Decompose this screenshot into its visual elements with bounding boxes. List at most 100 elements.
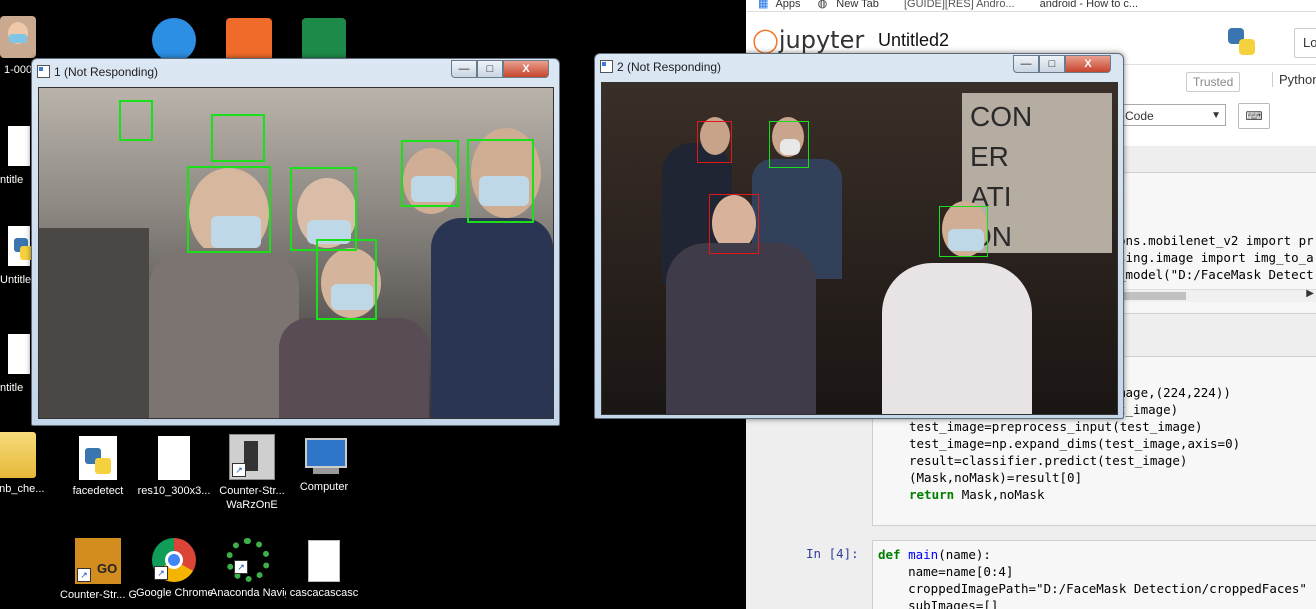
file-icon xyxy=(308,540,340,582)
image-window-1[interactable]: 1 (Not Responding) — □ X xyxy=(31,58,560,426)
desktop-icon-label: res10_300x3... xyxy=(137,485,211,497)
minimize-button[interactable]: — xyxy=(1013,55,1039,73)
desktop-icon-csgo[interactable]: GO ↗ Counter-Str... Global Off... xyxy=(60,538,136,602)
bookmark-apps[interactable]: Apps xyxy=(775,0,800,10)
anaconda-icon: ↗ xyxy=(226,538,270,582)
code-line: test_image=preprocess_input(test_image) xyxy=(909,419,1203,434)
kernel-indicator[interactable]: Python xyxy=(1272,72,1316,87)
desktop-icon-anaconda[interactable]: ↗ Anaconda Navigat... xyxy=(210,538,286,600)
code-line-wrap: mage,(224,224)) xyxy=(1118,384,1231,401)
person-body xyxy=(39,228,149,418)
person-body xyxy=(279,318,429,418)
media-app-icon[interactable] xyxy=(152,18,196,62)
computer-icon xyxy=(301,436,347,476)
keyboard-shortcuts-button[interactable]: ⌨ xyxy=(1238,103,1270,129)
desktop-icon-chrome[interactable]: ↗ Google Chrome xyxy=(136,538,212,600)
code-line: sing.image import img_to_a xyxy=(1118,250,1314,265)
jupyter-logo-text: jupyter xyxy=(778,26,865,54)
desktop-icon-label: facedetect xyxy=(72,485,124,497)
mask-detection-box xyxy=(316,239,377,320)
chevron-down-icon: ▼ xyxy=(1211,110,1221,121)
mask-detection-box xyxy=(467,139,534,223)
bookmark-android[interactable]: android - How to c... xyxy=(1040,0,1138,10)
bookmark-new-tab[interactable]: New Tab xyxy=(836,0,879,10)
bookmark-guide[interactable]: [GUIDE][RES] Andro... xyxy=(904,0,1015,10)
desktop-icon-counter-strike[interactable]: ↗ Counter-Str... WaRzOnE xyxy=(212,434,292,512)
shortcut-arrow-icon: ↗ xyxy=(154,566,168,580)
desktop-icon-label: Computer xyxy=(299,481,349,493)
code-line: test_image=np.expand_dims(test_image,axi… xyxy=(909,436,1241,451)
chrome-icon: ↗ xyxy=(152,538,196,582)
cell-prompt: In [4]: xyxy=(806,546,859,561)
window-title: 1 (Not Responding) xyxy=(54,65,159,79)
desktop-icon-folder[interactable]: nynb_che... xyxy=(0,432,54,496)
desktop-icon-computer[interactable]: Computer xyxy=(286,436,362,494)
function-name: main xyxy=(908,547,939,562)
no-mask-detection-box xyxy=(709,194,759,254)
mask-detection-box xyxy=(769,121,809,168)
cell-type-select[interactable]: Code ▼ xyxy=(1120,104,1226,126)
apps-icon[interactable]: ▦ xyxy=(758,0,768,10)
quickheal-globe-icon[interactable] xyxy=(302,18,346,62)
code-line: (Mask,noMask)=result[0] xyxy=(909,470,1083,485)
code-line-wrap: name=name[0:4] xyxy=(878,563,1013,580)
code-line-wrap: def main(name): xyxy=(878,546,991,563)
person-body xyxy=(882,263,1032,414)
maximize-button[interactable]: □ xyxy=(477,60,503,78)
desktop-icon-facedetect[interactable]: facedetect xyxy=(60,436,136,498)
code-line-wrap: _model("D:/FaceMask Detect xyxy=(1118,266,1314,283)
window-controls: — □ X xyxy=(451,60,549,78)
python-file-icon xyxy=(8,226,34,266)
mask-detection-box xyxy=(211,114,265,162)
code-fragment: (name): xyxy=(938,547,991,562)
code-line-wrap: sing.image import img_to_a xyxy=(1118,249,1314,266)
python-file-icon xyxy=(79,436,117,480)
desktop-icon-label: Counter-Str... Global Off... xyxy=(60,589,136,601)
code-line-wrap: return Mask,noMask xyxy=(909,486,1044,503)
desktop-icon-cascade[interactable]: cascacascasc xyxy=(286,540,362,600)
user-photo-icon xyxy=(0,16,36,58)
file-icon xyxy=(8,334,30,374)
python-logo-icon xyxy=(1228,28,1256,56)
desktop-icon-res10[interactable]: res10_300x3... xyxy=(136,436,212,498)
bookmarks-bar: ▦ Apps ◍ New Tab [GUIDE][RES] Andro... a… xyxy=(746,0,1316,12)
code-line: name=name[0:4] xyxy=(878,564,1014,579)
notebook-title[interactable]: Untitled2 xyxy=(878,30,949,51)
person-body xyxy=(149,248,299,418)
csgo-icon: GO ↗ xyxy=(75,538,121,584)
close-button[interactable]: X xyxy=(1065,55,1111,73)
code-line-wrap: subImages=[] xyxy=(878,597,998,609)
desktop-icon-label: cascacascasc xyxy=(289,587,359,599)
no-mask-detection-box xyxy=(697,121,732,163)
minimize-button[interactable]: — xyxy=(451,60,477,78)
mask-detection-box xyxy=(939,206,988,257)
quickheal-icon[interactable] xyxy=(226,18,272,62)
mask-detection-box xyxy=(401,140,459,207)
cell-type-value: Code xyxy=(1125,109,1154,123)
desktop-icon-label: Counter-Str... WaRzOnE xyxy=(219,485,285,511)
maximize-button[interactable]: □ xyxy=(1039,55,1065,73)
keyboard-icon: ⌨ xyxy=(1245,109,1263,123)
desktop-icon-label: nynb_che... xyxy=(0,483,45,495)
code-line: result=classifier.predict(test_image) xyxy=(909,453,1188,468)
code-line: mage,(224,224)) xyxy=(1118,385,1231,400)
shortcut-arrow-icon: ↗ xyxy=(232,463,246,477)
church-photo: CON ER ATI ON xyxy=(601,82,1118,415)
logout-button[interactable]: Lo xyxy=(1294,28,1316,58)
code-line-wrap: result=classifier.predict(test_image) xyxy=(909,452,1187,469)
crowd-photo xyxy=(38,87,554,419)
shortcut-arrow-icon: ↗ xyxy=(77,568,91,582)
code-line: _model("D:/FaceMask Detect xyxy=(1118,267,1314,282)
image-window-2[interactable]: 2 (Not Responding) — □ X CON ER ATI ON xyxy=(594,53,1124,419)
close-button[interactable]: X xyxy=(503,60,549,78)
chevron-right-icon[interactable]: ▶ xyxy=(1306,288,1314,299)
window-app-icon xyxy=(37,65,50,78)
globe-icon: ◍ xyxy=(817,0,828,10)
counter-strike-icon: ↗ xyxy=(229,434,275,480)
trusted-indicator[interactable]: Trusted xyxy=(1186,72,1241,92)
code-line: subImages=[] xyxy=(878,598,999,609)
return-keyword: return xyxy=(909,487,955,502)
person-body xyxy=(431,218,553,418)
code-line: ons.mobilenet_v2 import pr xyxy=(1118,233,1314,248)
jupyter-logo[interactable]: ◯jupyter xyxy=(752,26,864,54)
